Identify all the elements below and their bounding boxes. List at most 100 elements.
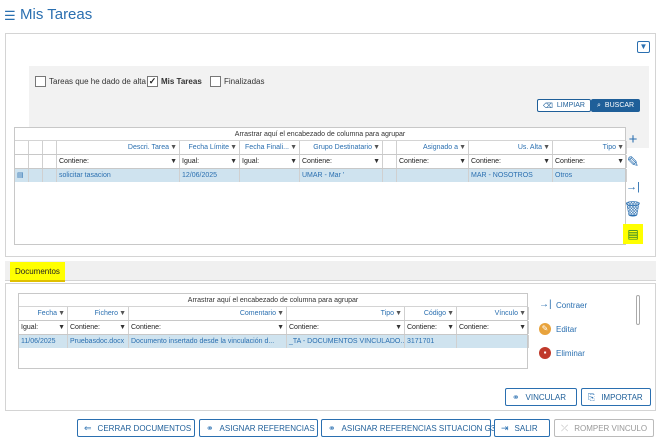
col-comentario[interactable]: Comentario ▼ xyxy=(129,307,287,320)
filter-cell[interactable]: Igual: ▼ xyxy=(180,155,240,168)
eliminar-action[interactable]: ▪ Eliminar xyxy=(539,346,585,360)
asignar-referencias-g3-button[interactable]: ⚭ ASIGNAR REFERENCIAS SITUACION G3 xyxy=(321,419,495,437)
col-fichero[interactable]: Fichero ▼ xyxy=(68,307,129,320)
col-tipo[interactable]: Tipo ▼ xyxy=(287,307,405,320)
cell-descripcion[interactable]: solicitar tasacion xyxy=(57,169,180,182)
filter-cell[interactable]: Contiene: ▼ xyxy=(405,321,457,334)
checkbox-mis-tareas[interactable]: ✓ Mis Tareas xyxy=(147,75,202,87)
cell-asignado[interactable] xyxy=(397,169,469,182)
filter-icon[interactable]: ▼ xyxy=(58,307,65,320)
salir-label: SALIR xyxy=(514,423,538,433)
row-document-icon[interactable]: ▤ xyxy=(15,169,29,182)
filter-icon[interactable]: ▼ xyxy=(447,307,454,320)
importar-button[interactable]: ⎘ IMPORTAR xyxy=(581,388,651,406)
buscar-button[interactable]: ⌕ BUSCAR xyxy=(591,99,641,112)
cell-comentario[interactable]: Documento insertado desde la vinculación… xyxy=(129,335,287,348)
funnel-icon[interactable]: ▼ xyxy=(230,155,237,168)
pencil-icon[interactable]: ✎ xyxy=(623,153,643,173)
checkbox-box[interactable] xyxy=(35,75,46,87)
filter-cell[interactable]: Igual: ▼ xyxy=(240,155,300,168)
cell-vinculo[interactable] xyxy=(457,335,529,348)
funnel-icon[interactable]: ▼ xyxy=(395,321,402,334)
filter-cell[interactable]: Contiene: ▼ xyxy=(129,321,287,334)
filter-cell[interactable]: Contiene: ▼ xyxy=(457,321,529,334)
filter-cell[interactable]: Contiene: ▼ xyxy=(553,155,627,168)
contraer-action[interactable]: →| Contraer xyxy=(539,298,587,312)
cell-fecha[interactable]: 11/06/2025 xyxy=(19,335,68,348)
checkbox-finalizadas[interactable]: Finalizadas xyxy=(210,75,264,87)
col-fecha[interactable]: Fecha ▼ xyxy=(19,307,68,320)
filter-cell[interactable]: Igual: ▼ xyxy=(19,321,68,334)
filter-cell[interactable]: Contiene: ▼ xyxy=(68,321,129,334)
cell-fecha-limite[interactable]: 12/06/2025 xyxy=(180,169,240,182)
cerrar-documentos-button[interactable]: ⇐ CERRAR DOCUMENTOS xyxy=(77,419,195,437)
filter-icon[interactable]: ▼ xyxy=(395,307,402,320)
cell-codigo[interactable]: 3171701 xyxy=(405,335,457,348)
trash-icon[interactable]: 🗑 xyxy=(623,200,643,220)
group-hint: Arrastrar aquí el encabezado de columna … xyxy=(15,128,625,141)
filter-blank xyxy=(29,155,43,168)
filter-icon[interactable]: ▼ xyxy=(459,141,466,154)
filter-cell[interactable]: Contiene: ▼ xyxy=(300,155,383,168)
table-row[interactable]: 11/06/2025 Pruebasdoc.docx Documento ins… xyxy=(19,335,529,348)
document-icon[interactable]: ▤ xyxy=(623,224,643,244)
funnel-icon[interactable]: ▼ xyxy=(170,155,177,168)
cell-us-alta[interactable]: MAR - NOSOTROS xyxy=(469,169,553,182)
funnel-icon[interactable]: ▼ xyxy=(519,321,526,334)
cell-grupo[interactable]: UMAR - Mar ' xyxy=(300,169,383,182)
checkbox-tareas-alta[interactable]: Tareas que he dado de alta xyxy=(35,75,146,87)
col-tipo[interactable]: Tipo ▼ xyxy=(553,141,627,154)
filter-icon[interactable]: ▼ xyxy=(230,141,237,154)
exit-icon: ⇥ xyxy=(501,422,509,433)
filter-icon[interactable]: ▼ xyxy=(290,141,297,154)
funnel-icon[interactable]: ▼ xyxy=(277,321,284,334)
funnel-icon[interactable]: ▼ xyxy=(459,155,466,168)
tab-documentos[interactable]: Documentos xyxy=(10,262,65,282)
salir-button[interactable]: ⇥ SALIR xyxy=(494,419,550,437)
plus-icon[interactable]: + xyxy=(623,130,643,150)
col-asignado[interactable]: Asignado a ▼ xyxy=(397,141,469,154)
col-descri-tarea[interactable]: Descri. Tarea ▼ xyxy=(57,141,180,154)
limpiar-button[interactable]: ⌫ LIMPIAR xyxy=(537,99,591,112)
funnel-icon[interactable]: ▼ xyxy=(373,155,380,168)
romper-vinculo-button[interactable]: ⤫ ROMPER VINCULO xyxy=(554,419,654,437)
filter-icon[interactable]: ▼ xyxy=(170,141,177,154)
asignar-referencias-button[interactable]: ⚭ ASIGNAR REFERENCIAS xyxy=(199,419,318,437)
collapse-filters-button[interactable]: ▼ xyxy=(637,41,650,53)
funnel-icon[interactable]: ▼ xyxy=(447,321,454,334)
cell-fichero[interactable]: Pruebasdoc.docx xyxy=(68,335,129,348)
search-icon: ⌕ xyxy=(597,101,601,109)
filter-icon[interactable]: ▼ xyxy=(119,307,126,320)
col-us-alta[interactable]: Us. Alta ▼ xyxy=(469,141,553,154)
table-row[interactable]: ▤ solicitar tasacion 12/06/2025 UMAR - M… xyxy=(15,169,627,182)
arrow-to-line-icon[interactable]: →| xyxy=(623,177,643,197)
filter-cell[interactable]: Contiene: ▼ xyxy=(469,155,553,168)
editar-action[interactable]: ✎ Editar xyxy=(539,322,577,336)
funnel-icon[interactable]: ▼ xyxy=(290,155,297,168)
funnel-icon[interactable]: ▼ xyxy=(119,321,126,334)
col-fecha-limite[interactable]: Fecha Límite ▼ xyxy=(180,141,240,154)
tasks-grid: Arrastrar aquí el encabezado de columna … xyxy=(14,127,627,245)
filter-icon[interactable]: ▼ xyxy=(373,141,380,154)
funnel-icon[interactable]: ▼ xyxy=(543,155,550,168)
filter-cell[interactable]: Contiene: ▼ xyxy=(57,155,180,168)
col-codigo[interactable]: Código ▼ xyxy=(405,307,457,320)
filter-icon[interactable]: ▼ xyxy=(277,307,284,320)
cell-fecha-fin[interactable] xyxy=(240,169,300,182)
col-fecha-fin[interactable]: Fecha Finali... ▼ xyxy=(240,141,300,154)
scrollbar[interactable] xyxy=(636,295,640,325)
cell-tipo[interactable]: Otros xyxy=(553,169,627,182)
filter-icon[interactable]: ▼ xyxy=(519,307,526,320)
funnel-icon[interactable]: ▼ xyxy=(58,321,65,334)
col-grupo[interactable]: Grupo Destinatario ▼ xyxy=(300,141,383,154)
filter-cell[interactable]: Contiene: ▼ xyxy=(287,321,405,334)
checkbox-box-checked[interactable]: ✓ xyxy=(147,75,158,87)
filter-icon[interactable]: ▼ xyxy=(543,141,550,154)
cell-tipo[interactable]: _TA - DOCUMENTOS VINCULADO... xyxy=(287,335,405,348)
vincular-button[interactable]: ⚭ VINCULAR xyxy=(505,388,577,406)
checkbox-box[interactable] xyxy=(210,75,221,87)
list-menu-icon[interactable]: ☰ xyxy=(4,8,16,24)
filter-cell[interactable]: Contiene: ▼ xyxy=(397,155,469,168)
col-vinculo[interactable]: Vínculo ▼ xyxy=(457,307,529,320)
filter-blank xyxy=(15,155,29,168)
